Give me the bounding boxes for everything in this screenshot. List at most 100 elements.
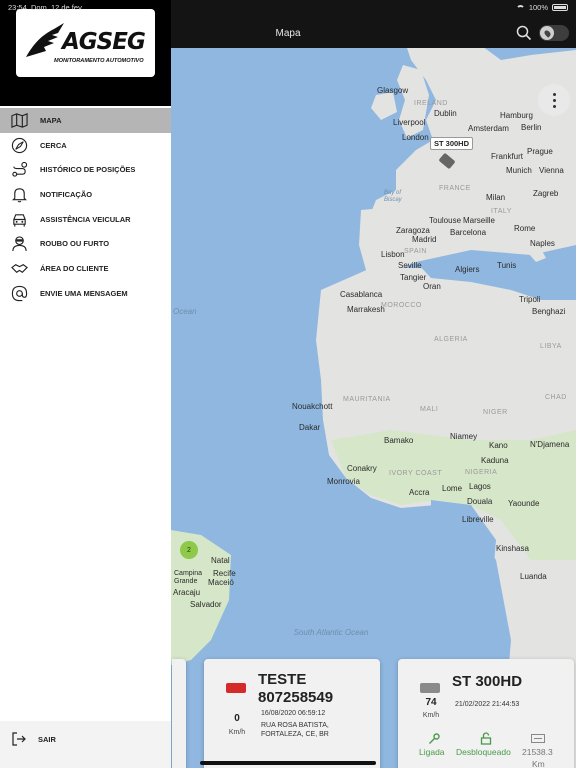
map-label-yaounde: Yaounde xyxy=(508,499,540,508)
map-label-monrovia: Monrovia xyxy=(327,477,360,486)
map-label-bay-biscay: Bay of Biscay xyxy=(384,190,402,203)
unlock-icon xyxy=(480,732,492,745)
battery-icon xyxy=(552,4,568,11)
sidebar-item-assistencia[interactable]: ASSISTÊNCIA VEICULAR xyxy=(0,207,171,232)
speed-unit: Km/h xyxy=(422,712,440,719)
odometer-icon xyxy=(531,734,545,743)
sidebar-item-label: HISTÓRICO DE POSIÇÕES xyxy=(40,165,136,175)
map-label-salvador: Salvador xyxy=(190,600,222,609)
map-label-accra: Accra xyxy=(409,488,430,497)
map-label-ivory-coast: IVORY COAST xyxy=(389,470,443,477)
map-label-france: FRANCE xyxy=(439,185,471,192)
logout-button[interactable]: SAIR xyxy=(0,721,171,768)
map-label-marseille: Marseille xyxy=(463,216,496,225)
map-label-recife: Recife xyxy=(213,569,236,578)
map-label-munich: Munich xyxy=(506,166,532,175)
bell-icon xyxy=(11,188,28,203)
more-options-button[interactable] xyxy=(538,84,570,116)
vehicle-datetime: 16/08/2020 06:59:12 xyxy=(261,710,326,717)
map-label-barcelona: Barcelona xyxy=(450,228,487,237)
ignition-status: Ligada xyxy=(419,747,445,757)
map-label-madrid: Madrid xyxy=(412,235,437,244)
vehicle-card[interactable]: ST 300HD 74 Km/h 21/02/2022 21:44:53 Lig… xyxy=(398,659,574,768)
map-icon xyxy=(11,112,28,128)
map-label-douala: Douala xyxy=(467,497,493,506)
map-label-ireland: IRELAND xyxy=(414,100,448,107)
map-label-dakar: Dakar xyxy=(299,423,321,432)
sidebar-item-label: NOTIFICAÇÃO xyxy=(40,189,93,199)
sidebar-item-roubo[interactable]: ROUBO OU FURTO xyxy=(0,231,171,256)
brand-name: AGSEG xyxy=(62,29,146,55)
map-label-spain: SPAIN xyxy=(404,248,427,255)
map-label-frankfurt: Frankfurt xyxy=(491,152,524,161)
map-label-libreville: Libreville xyxy=(462,515,494,524)
vehicle-card-partial[interactable] xyxy=(172,659,186,768)
map-label-conakry: Conakry xyxy=(347,464,377,473)
map-label-casablanca: Casablanca xyxy=(340,290,383,299)
map-label-south-atlantic: South Atlantic Ocean xyxy=(293,628,369,637)
map-label-tangier: Tangier xyxy=(400,273,427,282)
sidebar-item-historico[interactable]: HISTÓRICO DE POSIÇÕES xyxy=(0,157,171,182)
logout-label: SAIR xyxy=(38,735,56,744)
map-label-oran: Oran xyxy=(423,282,441,291)
vehicle-name: ST 300HD xyxy=(452,673,523,690)
map-label-zagreb: Zagreb xyxy=(533,189,559,198)
map-label-maceio: Maceió xyxy=(208,578,234,587)
odometer-unit: Km xyxy=(532,759,545,768)
map-label-natal: Natal xyxy=(211,556,230,565)
vehicle-speed: 74 xyxy=(425,697,437,708)
map-label-lagos: Lagos xyxy=(469,482,491,491)
vehicle-card[interactable]: TESTE 807258549 0 Km/h 16/08/2020 06:59:… xyxy=(204,659,380,768)
map-label-seville: Seville xyxy=(398,261,422,270)
map-label-nouakchott: Nouakchott xyxy=(292,402,333,411)
sidebar-header: AGSEG MONITORAMENTO AUTOMOTIVO xyxy=(0,0,171,106)
vehicle-speed: 0 xyxy=(234,713,240,724)
sidebar-item-mensagem[interactable]: ENVIE UMA MENSAGEM xyxy=(0,281,171,306)
thief-icon xyxy=(12,236,27,252)
side-menu: AGSEG MONITORAMENTO AUTOMOTIVO MAPA CERC… xyxy=(0,0,171,768)
map-label-toulouse: Toulouse xyxy=(429,216,462,225)
map-label-tripoli: Tripoli xyxy=(519,295,541,304)
vehicle-address: RUA ROSA BATISTA, FORTALEZA, CE, BR xyxy=(261,722,329,738)
map-label-italy: ITALY xyxy=(491,208,512,215)
battery-percent: 100% xyxy=(528,3,548,12)
vehicle-map-label[interactable]: ST 300HD xyxy=(430,137,474,150)
map-label-lisbon: Lisbon xyxy=(381,250,405,259)
sidebar-item-label: CERCA xyxy=(40,140,67,150)
sidebar-item-area-cliente[interactable]: ÁREA DO CLIENTE xyxy=(0,256,171,281)
sidebar-item-label: MAPA xyxy=(40,115,62,125)
map-label-marrakesh: Marrakesh xyxy=(347,305,385,314)
brand-tagline: MONITORAMENTO AUTOMOTIVO xyxy=(54,58,144,64)
logout-icon xyxy=(12,732,26,746)
map-label-libya: LIBYA xyxy=(540,343,562,350)
map-label-glasgow: Glasgow xyxy=(377,86,409,95)
map-label-chad: CHAD xyxy=(545,394,567,401)
home-indicator xyxy=(200,761,376,765)
vehicle-name: TESTE 807258549 xyxy=(258,671,334,706)
at-icon xyxy=(11,285,28,301)
map-label-lome: Lome xyxy=(442,484,463,493)
map-label-luanda: Luanda xyxy=(520,572,547,581)
compass-icon xyxy=(11,137,28,153)
map-label-liverpool: Liverpool xyxy=(393,118,426,127)
map-label-tunis: Tunis xyxy=(497,261,517,270)
map-label-naples: Naples xyxy=(530,239,555,248)
sidebar-item-mapa[interactable]: MAPA xyxy=(0,108,171,133)
map-label-prague: Prague xyxy=(527,147,553,156)
map-label-milan: Milan xyxy=(486,193,506,202)
sidebar-item-notificacao[interactable]: NOTIFICAÇÃO xyxy=(0,182,171,207)
sidebar-item-label: ENVIE UMA MENSAGEM xyxy=(40,288,128,298)
search-icon[interactable] xyxy=(516,25,532,41)
map-label-benghazi: Benghazi xyxy=(532,307,566,316)
map-label-aracaju: Aracaju xyxy=(173,588,201,597)
map-label-algeria: ALGERIA xyxy=(434,336,468,343)
lock-status: Desbloqueado xyxy=(456,747,511,757)
sidebar-item-cerca[interactable]: CERCA xyxy=(0,133,171,158)
map-label-morocco: MOROCCO xyxy=(381,302,422,309)
map-layer-toggle[interactable] xyxy=(539,25,569,41)
map-cluster-marker[interactable]: 2 xyxy=(180,541,198,559)
page-title: Mapa xyxy=(275,28,301,39)
truck-icon xyxy=(420,683,440,693)
map-view[interactable]: Glasgow IRELAND Dublin Liverpool Hamburg… xyxy=(171,0,576,768)
status-date: Dom. 12 de fev. xyxy=(30,3,84,12)
